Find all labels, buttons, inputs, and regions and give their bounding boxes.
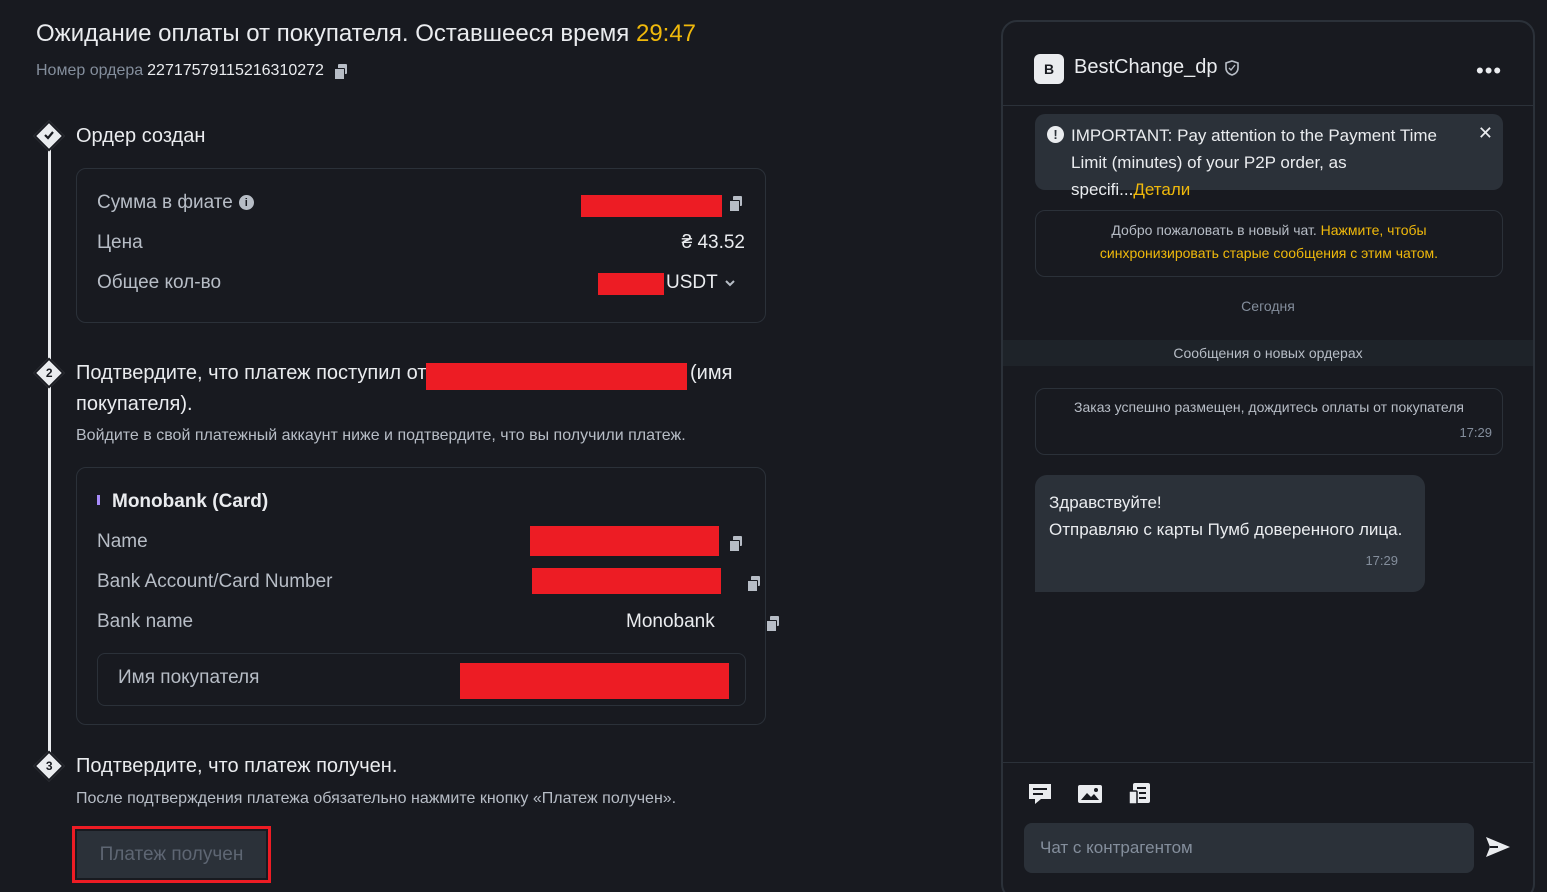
bank-name-label: Bank name xyxy=(97,611,194,632)
copy-icon[interactable] xyxy=(333,64,348,80)
buyer-name-label: Имя покупателя xyxy=(118,667,260,688)
warning-icon: ! xyxy=(1047,126,1064,143)
payment-received-button[interactable]: Платеж получен xyxy=(77,831,266,878)
new-orders-banner: Сообщения о новых ордерах xyxy=(1003,340,1533,366)
buyer-name-value-redacted xyxy=(460,663,729,699)
countdown-timer: 29:47 xyxy=(635,20,697,47)
order-icon[interactable] xyxy=(1127,781,1153,807)
chat-input[interactable] xyxy=(1024,823,1474,873)
step2-title-after: (имя xyxy=(690,362,733,384)
step2-number: 2 xyxy=(45,366,53,380)
step2-title-before: Подтвердите, что платеж поступил от xyxy=(76,362,427,384)
copy-icon[interactable] xyxy=(729,196,743,212)
price-label: Цена xyxy=(97,232,143,253)
chat-message-bubble: Здравствуйте! Отправляю с карты Пумб дов… xyxy=(1035,475,1425,592)
image-icon[interactable] xyxy=(1077,781,1103,807)
notice-text: IMPORTANT: Pay attention to the Payment … xyxy=(1071,126,1437,199)
counterparty-name[interactable]: BestChange_dp xyxy=(1074,56,1240,79)
more-options-icon[interactable]: ••• xyxy=(1476,58,1502,84)
method-marker xyxy=(97,495,100,505)
send-icon[interactable] xyxy=(1484,833,1512,861)
message-line-1: Здравствуйте! xyxy=(1049,493,1162,512)
system-message-text: Заказ успешно размещен, дождитесь оплаты… xyxy=(1074,399,1464,415)
system-message-time: 17:29 xyxy=(1459,425,1492,440)
fiat-amount-redacted xyxy=(581,195,722,217)
step2-title-line2: покупателя). xyxy=(76,393,193,415)
avatar: B xyxy=(1034,54,1064,84)
order-number: 22717579115216310272 xyxy=(147,62,324,79)
welcome-message: Добро пожаловать в новый чат. Нажмите, ч… xyxy=(1035,210,1503,277)
chevron-down-icon[interactable] xyxy=(723,276,737,295)
close-icon[interactable]: ✕ xyxy=(1478,120,1493,147)
fiat-amount-label: Сумма в фиате i xyxy=(97,192,254,214)
notice-details-link[interactable]: Детали xyxy=(1133,180,1190,199)
copy-icon[interactable] xyxy=(747,576,761,592)
order-number-line: Номер ордера 22717579115216310272 xyxy=(36,62,348,80)
buyer-name-box: Имя покупателя xyxy=(97,653,746,706)
chat-header: B BestChange_dp ••• xyxy=(1003,22,1533,106)
name-label: Name xyxy=(97,531,148,552)
message-line-2: Отправляю с карты Пумб доверенного лица. xyxy=(1049,520,1403,539)
step3-number-icon: 3 xyxy=(33,750,65,782)
bank-name-value: Monobank xyxy=(626,611,715,632)
chat-icon[interactable] xyxy=(1027,781,1053,807)
shield-icon xyxy=(1225,59,1240,76)
order-summary-card: Сумма в фиате i Цена ₴ 43.52 Общее кол-во… xyxy=(76,168,766,323)
info-icon[interactable]: i xyxy=(238,195,254,211)
title-text: Ожидание оплаты от покупателя. Оставшеес… xyxy=(36,20,630,47)
step2-number-icon: 2 xyxy=(33,357,65,389)
message-time: 17:29 xyxy=(1365,553,1398,568)
step1-check-icon xyxy=(33,120,65,152)
page-title: Ожидание оплаты от покупателя. Оставшеес… xyxy=(36,20,696,48)
order-label: Номер ордера xyxy=(36,62,144,79)
qty-redacted xyxy=(598,273,664,295)
step3-title: Подтвердите, что платеж получен. xyxy=(76,755,398,777)
chat-footer xyxy=(1003,762,1533,892)
step2-subtitle: Войдите в свой платежный аккаунт ниже и … xyxy=(76,427,686,444)
counterparty-name-text: BestChange_dp xyxy=(1074,56,1218,78)
total-qty-label: Общее кол-во xyxy=(97,272,222,293)
step2-title-line1: Подтвердите, что платеж поступил от xyxy=(76,362,427,385)
card-number-label: Bank Account/Card Number xyxy=(97,571,333,592)
buyer-name-redacted xyxy=(426,363,687,390)
date-separator: Сегодня xyxy=(1241,298,1295,314)
chat-panel: B BestChange_dp ••• ! IMPORTANT: Pay att… xyxy=(1001,20,1535,892)
step3-subtitle: После подтверждения платежа обязательно … xyxy=(76,790,677,807)
payment-method-name: Monobank (Card) xyxy=(112,491,269,512)
copy-icon[interactable] xyxy=(765,616,780,632)
name-redacted xyxy=(530,526,719,556)
welcome-text: Добро пожаловать в новый чат. xyxy=(1111,222,1317,238)
copy-icon[interactable] xyxy=(729,536,743,552)
payment-details-card: Monobank (Card) Name Bank Account/Card N… xyxy=(76,467,779,725)
important-notice: ! IMPORTANT: Pay attention to the Paymen… xyxy=(1035,114,1503,199)
qty-unit: USDT xyxy=(666,272,718,293)
timeline-line xyxy=(48,138,51,768)
card-number-redacted xyxy=(532,568,721,594)
fiat-label-text: Сумма в фиате xyxy=(97,192,233,213)
step3-number: 3 xyxy=(45,759,53,773)
step1-title: Ордер создан xyxy=(76,125,206,147)
payment-received-button-highlight: Платеж получен xyxy=(72,826,271,883)
price-value: ₴ 43.52 xyxy=(681,232,745,253)
system-message: Заказ успешно размещен, дождитесь оплаты… xyxy=(1035,388,1503,455)
